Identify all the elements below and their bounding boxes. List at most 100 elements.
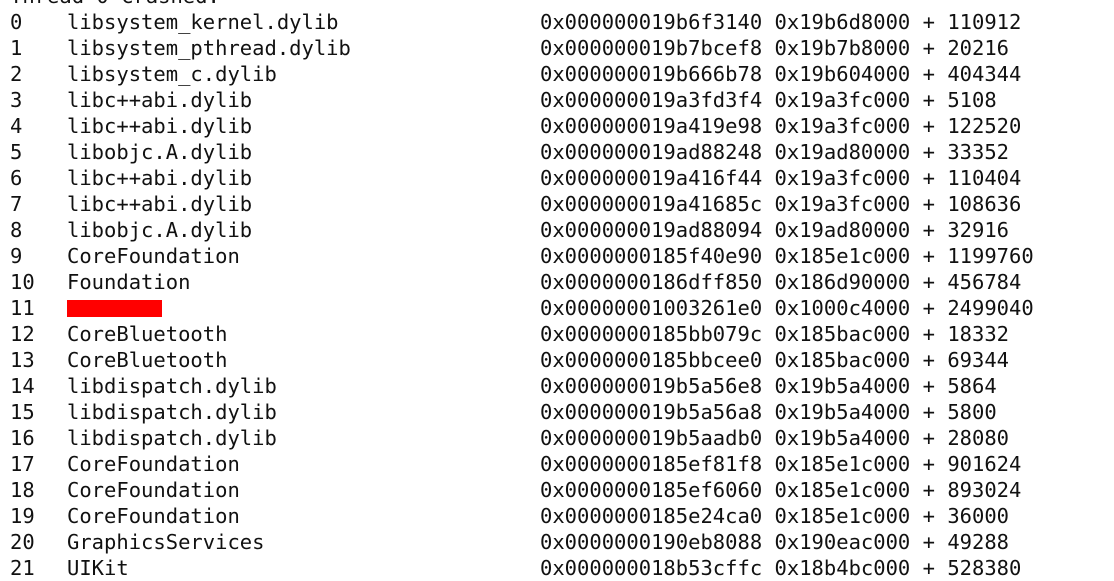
frame-address: 0x0000000185ef81f8 0x185e1c000 + 901624: [540, 452, 1022, 476]
frame-address: 0x000000019a41685c 0x19a3fc000 + 108636: [540, 192, 1022, 216]
frame-index: 10: [10, 270, 35, 294]
frame-pc-address: 0x0000000185ef81f8: [540, 452, 763, 476]
frame-offset: 36000: [947, 504, 1010, 528]
frame-address: 0x000000019ad88248 0x19ad80000 + 33352: [540, 140, 1010, 164]
frame-pc-address: 0x0000000185e24ca0: [540, 504, 763, 528]
frame-index: 21: [10, 556, 35, 580]
frame-pc-address: 0x000000018b53cffc: [540, 556, 763, 580]
stack-frame-row: 4 libc++abi.dylib 0x000000019a419e98 0x19a…: [0, 113, 1114, 139]
frame-load-address: 0x19b5a4000: [774, 426, 911, 450]
stack-frame-row: 14 libdispatch.dylib 0x000000019b5a56e8 0x…: [0, 373, 1114, 399]
stack-frame-row: 17 CoreFoundation 0x0000000185ef81f8 0x185…: [0, 451, 1114, 477]
frame-address: 0x000000019a416f44 0x19a3fc000 + 110404: [540, 166, 1022, 190]
frame-pc-address: 0x000000019b6f3140: [540, 10, 763, 34]
frame-index: 11: [10, 296, 35, 320]
frame-offset: 901624: [947, 452, 1022, 476]
stack-frame-row: 16 libdispatch.dylib 0x000000019b5aadb0 0x…: [0, 425, 1114, 451]
frame-offset: 28080: [947, 426, 1010, 450]
frame-pc-address: 0x000000019b7bcef8: [540, 36, 763, 60]
frame-pc-address: 0x0000000190eb8088: [540, 530, 763, 554]
frame-address: 0x0000000185bbcee0 0x185bac000 + 69344: [540, 348, 1010, 372]
frame-offset: 108636: [947, 192, 1022, 216]
frame-index: 6: [10, 166, 23, 190]
frame-address: 0x0000000186dff850 0x186d90000 + 456784: [540, 270, 1022, 294]
frame-load-address: 0x1000c4000: [774, 296, 911, 320]
frame-address: 0x000000019b5aadb0 0x19b5a4000 + 28080: [540, 426, 1010, 450]
frame-pc-address: 0x0000000185bbcee0: [540, 348, 763, 372]
frame-offset: 528380: [947, 556, 1022, 580]
redaction-box: [67, 300, 162, 317]
frame-offset: 49288: [947, 530, 1010, 554]
stack-frame-row: 20 GraphicsServices 0x0000000190eb8088 0x1…: [0, 529, 1114, 555]
stack-frame-row: 15 libdispatch.dylib 0x000000019b5a56a8 0x…: [0, 399, 1114, 425]
frame-offset: 893024: [947, 478, 1022, 502]
frame-address: 0x0000000185e24ca0 0x185e1c000 + 36000: [540, 504, 1010, 528]
frame-offset: 404344: [947, 62, 1022, 86]
frame-index: 1: [10, 36, 23, 60]
frame-image-name: Foundation: [67, 270, 191, 294]
frame-address: 0x000000019b7bcef8 0x19b7b8000 + 20216: [540, 36, 1010, 60]
frame-load-address: 0x19b5a4000: [774, 400, 911, 424]
frame-offset: 5108: [947, 88, 997, 112]
stack-frame-row: 0 libsystem_kernel.dylib 0x000000019b6f314…: [0, 9, 1114, 35]
stack-frame-row: 12 CoreBluetooth 0x0000000185bb079c 0x185b…: [0, 321, 1114, 347]
frame-load-address: 0x19b7b8000: [774, 36, 911, 60]
stack-frame-row: 3 libc++abi.dylib 0x000000019a3fd3f4 0x19a…: [0, 87, 1114, 113]
frame-index: 2: [10, 62, 23, 86]
frame-load-address: 0x185e1c000: [774, 478, 911, 502]
frame-address: 0x000000019a419e98 0x19a3fc000 + 122520: [540, 114, 1022, 138]
frame-pc-address: 0x0000000185f40e90: [540, 244, 763, 268]
stack-frame-row: 9 CoreFoundation 0x0000000185f40e90 0x185e…: [0, 243, 1114, 269]
frame-address: 0x00000001003261e0 0x1000c4000 + 2499040: [540, 296, 1034, 320]
frame-index: 17: [10, 452, 35, 476]
stack-frame-row: 1 libsystem_pthread.dylib 0x000000019b7bce…: [0, 35, 1114, 61]
frame-pc-address: 0x000000019a419e98: [540, 114, 763, 138]
frame-offset: 2499040: [947, 296, 1034, 320]
frame-offset: 18332: [947, 322, 1010, 346]
frame-offset: 20216: [947, 36, 1010, 60]
frame-image-name: CoreBluetooth: [67, 348, 228, 372]
frame-pc-address: 0x000000019b5a56a8: [540, 400, 763, 424]
frame-pc-address: 0x000000019a41685c: [540, 192, 763, 216]
frame-index: 18: [10, 478, 35, 502]
frame-offset: 1199760: [947, 244, 1034, 268]
frame-image-name: CoreFoundation: [67, 478, 240, 502]
frame-load-address: 0x19b6d8000: [774, 10, 911, 34]
frame-load-address: 0x185e1c000: [774, 244, 911, 268]
frame-image-name: libdispatch.dylib: [67, 426, 277, 450]
frame-image-name: CoreFoundation: [67, 452, 240, 476]
frame-pc-address: 0x000000019b666b78: [540, 62, 763, 86]
frame-index: 3: [10, 88, 23, 112]
stack-frame-row: 13 CoreBluetooth 0x0000000185bbcee0 0x185b…: [0, 347, 1114, 373]
frame-image-name: libsystem_kernel.dylib: [67, 10, 339, 34]
frame-address: 0x0000000185bb079c 0x185bac000 + 18332: [540, 322, 1010, 346]
frame-pc-address: 0x0000000185bb079c: [540, 322, 763, 346]
frame-offset: 122520: [947, 114, 1022, 138]
frame-index: 8: [10, 218, 23, 242]
frame-offset: 5800: [947, 400, 997, 424]
frame-address: 0x000000019a3fd3f4 0x19a3fc000 + 5108: [540, 88, 997, 112]
frame-pc-address: 0x000000019b5aadb0: [540, 426, 763, 450]
frame-image-name: libdispatch.dylib: [67, 400, 277, 424]
frame-image-name: CoreBluetooth: [67, 322, 228, 346]
frame-address: 0x0000000190eb8088 0x190eac000 + 49288: [540, 530, 1010, 554]
frame-address: 0x000000019b666b78 0x19b604000 + 404344: [540, 62, 1022, 86]
frame-index: 16: [10, 426, 35, 450]
frame-index: 13: [10, 348, 35, 372]
frame-index: 20: [10, 530, 35, 554]
stack-frame-row: 5 libobjc.A.dylib 0x000000019ad88248 0x19a…: [0, 139, 1114, 165]
frame-load-address: 0x19b604000: [774, 62, 911, 86]
stack-frame-row: 11 0x00000001003261e0 0x1000c4000 + 24990…: [0, 295, 1114, 321]
stack-frame-row: 7 libc++abi.dylib 0x000000019a41685c 0x19a…: [0, 191, 1114, 217]
frame-pc-address: 0x000000019a416f44: [540, 166, 763, 190]
frame-image-name: libc++abi.dylib: [67, 166, 253, 190]
frame-offset: 110912: [947, 10, 1022, 34]
frame-image-name: libc++abi.dylib: [67, 114, 253, 138]
frame-load-address: 0x190eac000: [774, 530, 911, 554]
frame-load-address: 0x19a3fc000: [774, 192, 911, 216]
stack-frame-row: 2 libsystem_c.dylib 0x000000019b666b78 0x1…: [0, 61, 1114, 87]
frame-index: 0: [10, 10, 23, 34]
frame-load-address: 0x19a3fc000: [774, 88, 911, 112]
frame-offset: 110404: [947, 166, 1022, 190]
frame-index: 19: [10, 504, 35, 528]
